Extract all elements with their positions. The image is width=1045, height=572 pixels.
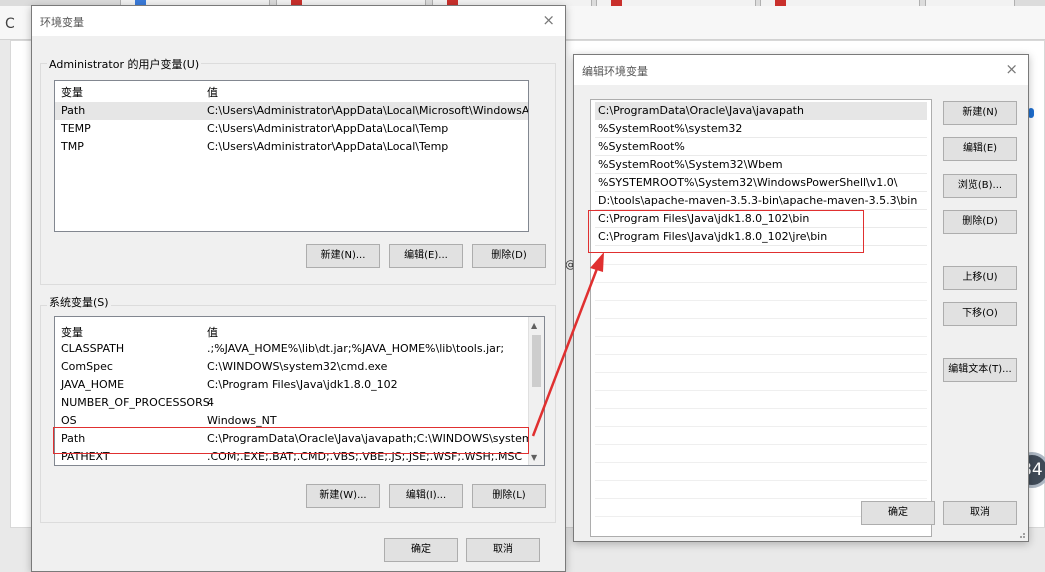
annotation-arrow-head [590,252,604,272]
annotation-arrow-line [531,265,600,437]
annotation-arrow-icon [531,252,604,437]
